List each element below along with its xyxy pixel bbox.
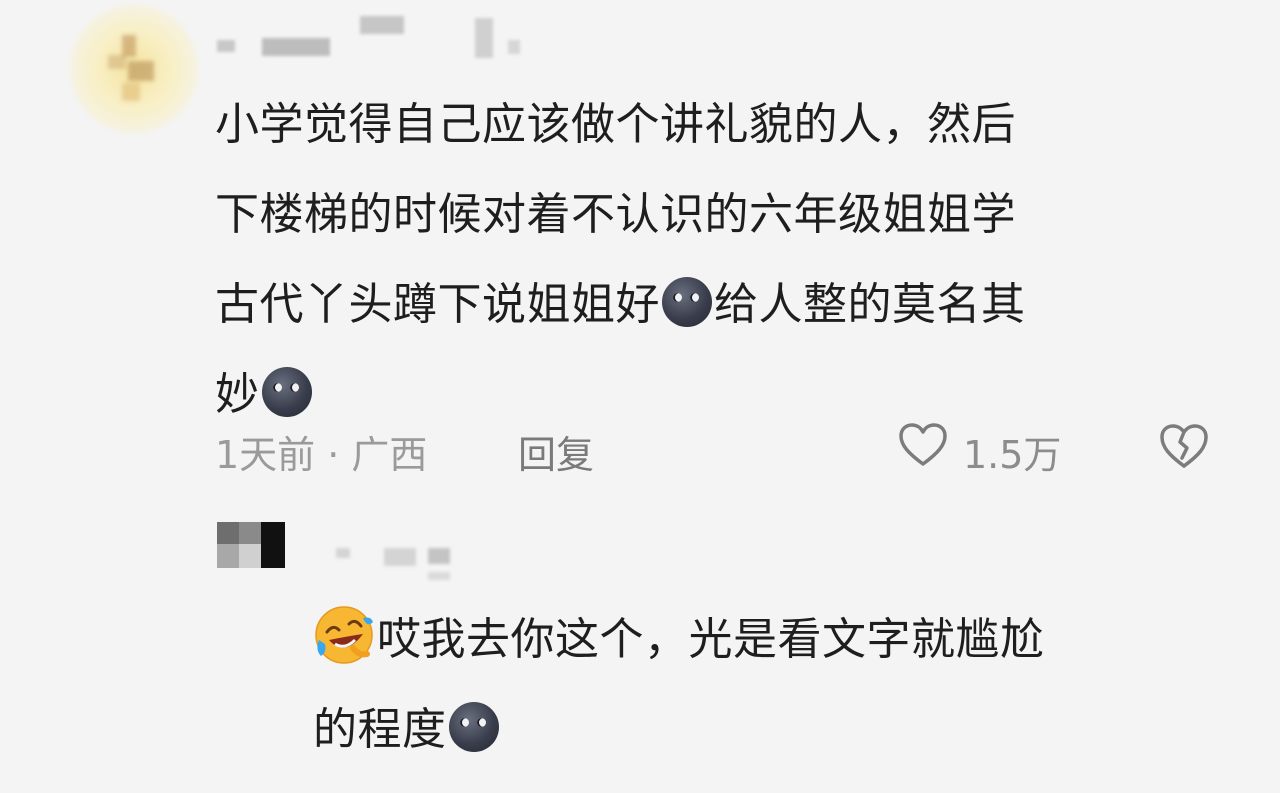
dark-face-emoji — [448, 702, 499, 752]
reply-line-2: 的程度 — [313, 704, 447, 755]
replier-avatar[interactable] — [217, 522, 289, 570]
bottom-edge — [0, 785, 1280, 793]
comment-time-location: 1天前 · 广西 — [215, 433, 428, 477]
comment-actions: 1天前 · 广西 回复 1.5万 — [215, 418, 1215, 477]
broken-heart-icon[interactable] — [1158, 422, 1210, 470]
like-count: 1.5万 — [963, 433, 1062, 477]
comment-line-5: 妙 — [215, 369, 260, 420]
heart-icon[interactable] — [898, 422, 948, 468]
comment-line-3: 古代丫头蹲下说姐姐好 — [215, 279, 660, 330]
dark-face-emoji — [261, 367, 312, 417]
comment-body: 小学觉得自己应该做个讲礼貌的人，然后 下楼梯的时候对着不认识的六年级姐姐学 古代… — [215, 80, 1215, 440]
comment-line-4: 给人整的莫名其 — [714, 279, 1026, 330]
comment-line-2: 下楼梯的时候对着不认识的六年级姐姐学 — [215, 189, 1016, 240]
reply-body: 哎我去你这个，光是看文字就尴尬 的程度 — [313, 595, 1213, 775]
comment-thread: 小学觉得自己应该做个讲礼貌的人，然后 下楼梯的时候对着不认识的六年级姐姐学 古代… — [0, 0, 1280, 793]
dark-face-emoji — [662, 277, 712, 327]
reply-button[interactable]: 回复 — [518, 424, 594, 479]
commenter-avatar[interactable] — [70, 5, 198, 133]
laughing-crying-emoji — [315, 606, 373, 664]
reply-line-1: 哎我去你这个，光是看文字就尴尬 — [377, 614, 1045, 665]
comment-line-1: 小学觉得自己应该做个讲礼貌的人，然后 — [215, 99, 1016, 150]
